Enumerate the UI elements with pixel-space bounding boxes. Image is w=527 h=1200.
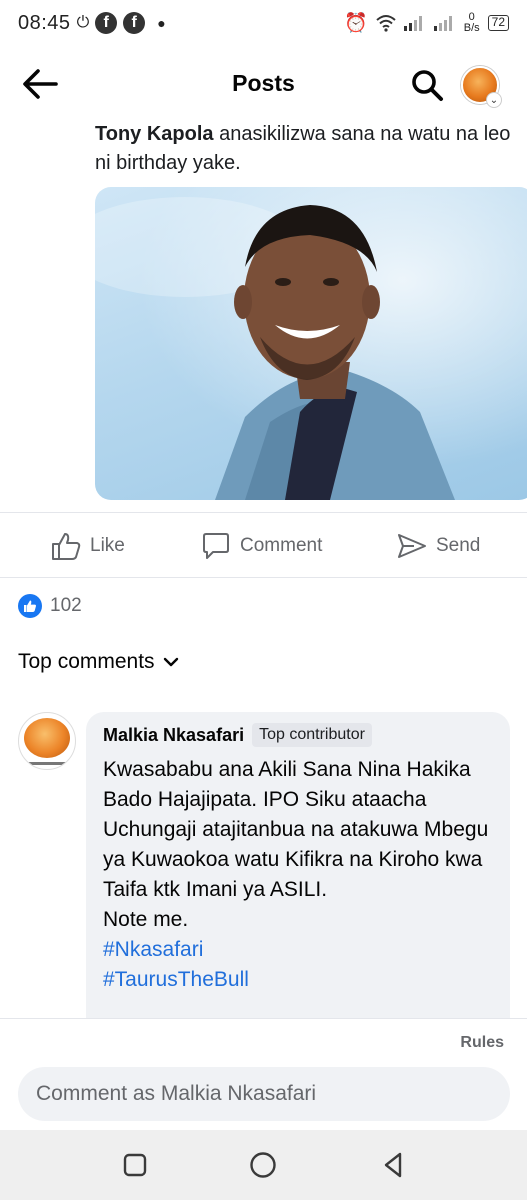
search-icon[interactable] (410, 68, 444, 102)
post-author[interactable]: Tony Kapola (95, 123, 214, 145)
network-speed: 0 B/s (464, 12, 480, 34)
send-icon (398, 534, 426, 558)
post-photo[interactable] (95, 187, 527, 500)
reaction-count: 102 (50, 595, 82, 616)
signal-icon (403, 16, 422, 31)
alarm-icon: ⏰ (344, 13, 368, 34)
hashtag-link[interactable]: #TaurusTheBull (103, 965, 494, 995)
comment-composer-panel: Rules Comment as Malkia Nkasafari (0, 1018, 527, 1132)
send-button[interactable]: Send (396, 530, 480, 562)
send-label: Send (436, 535, 481, 556)
avatar-caption-line (29, 762, 67, 765)
app-bar: Posts ⌄ (0, 52, 527, 116)
commenter-avatar[interactable] (18, 712, 76, 770)
reaction-summary[interactable]: 102 (18, 594, 82, 618)
divider-2 (0, 577, 527, 578)
network-speed-unit: B/s (463, 22, 480, 34)
chevron-down-icon[interactable]: ⌄ (486, 92, 502, 108)
back-nav-icon[interactable] (378, 1150, 408, 1180)
comments-filter-dropdown[interactable]: Top comments (18, 650, 179, 674)
like-label: Like (90, 535, 125, 556)
comments-filter-label: Top comments (18, 650, 155, 673)
divider (0, 512, 527, 513)
like-button[interactable]: Like (50, 530, 125, 562)
comment-text: Kwasababu ana Akili Sana Nina Hakika Bad… (103, 758, 489, 931)
like-reaction-icon (18, 594, 42, 618)
comment-input[interactable]: Comment as Malkia Nkasafari (18, 1067, 510, 1121)
battery-icon: 72 (487, 15, 509, 31)
thumbs-up-icon (52, 533, 81, 560)
commenter-name[interactable]: Malkia Nkasafari (103, 725, 244, 746)
comment-icon (203, 533, 229, 559)
comment-label: Comment (240, 535, 323, 556)
more-notifications-dot-icon: ● (157, 15, 166, 31)
home-icon[interactable] (248, 1150, 278, 1180)
recent-apps-icon[interactable] (120, 1150, 150, 1180)
chevron-down-icon (163, 657, 178, 667)
facebook-notification-icon: f (95, 12, 118, 34)
comment-bubble[interactable]: Malkia Nkasafari Top contributor Kwasaba… (86, 712, 510, 1042)
post-text: Tony Kapola anasikilizwa sana na watu na… (95, 120, 515, 178)
portrait-illustration (95, 187, 527, 500)
comment-button[interactable]: Comment (200, 530, 322, 562)
top-contributor-badge: Top contributor (252, 723, 372, 747)
facebook-notification-icon-2: f (123, 12, 146, 34)
status-bar: 08:45 ⏻ f f ● ⏰ 0 B/s 72 (0, 0, 527, 46)
system-navigation-bar (0, 1130, 527, 1200)
status-time: 08:45 (18, 11, 71, 34)
wifi-icon (376, 15, 396, 32)
page-title: Posts (232, 70, 295, 96)
avatar-sun-image (24, 718, 70, 758)
signal-icon-2 (433, 16, 452, 31)
post-actions: Like Comment Send (0, 520, 527, 570)
power-icon: ⏻ (76, 14, 90, 31)
hashtag-link[interactable]: #Nkasafari (103, 935, 494, 965)
rules-link[interactable]: Rules (460, 1034, 504, 1052)
